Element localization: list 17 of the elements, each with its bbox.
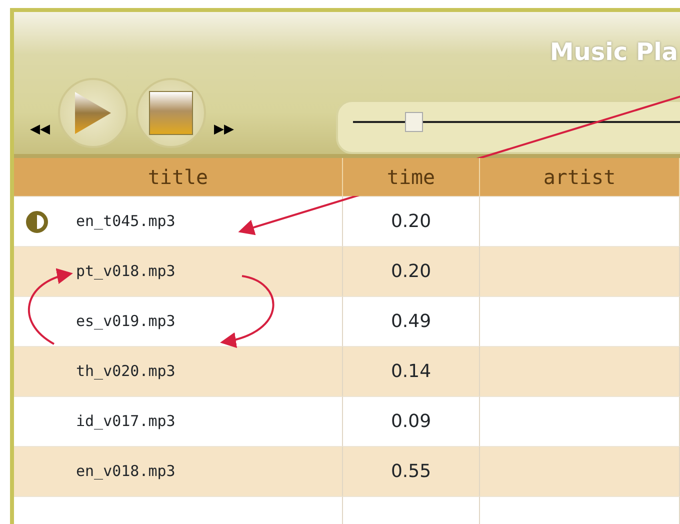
seek-bar[interactable] bbox=[336, 100, 680, 154]
column-header[interactable]: time bbox=[343, 158, 480, 196]
stop-icon bbox=[149, 91, 193, 135]
table-cell: en_v018.mp3 bbox=[14, 446, 343, 496]
play-icon bbox=[73, 90, 113, 136]
table-cell: pt_v018.mp3 bbox=[14, 246, 343, 296]
window-title: Music Pla bbox=[550, 37, 678, 68]
column-header[interactable]: title bbox=[14, 158, 343, 196]
table-cell: 0.14 bbox=[343, 346, 480, 396]
forward-button[interactable]: ▶▶ bbox=[214, 120, 234, 140]
seek-thumb[interactable] bbox=[405, 112, 424, 132]
table-cell: 0.20 bbox=[343, 246, 480, 296]
rewind-button[interactable]: ◀◀ bbox=[30, 120, 50, 140]
table-cell: 0.55 bbox=[343, 446, 480, 496]
file-title: en_t045.mp3 bbox=[76, 211, 176, 232]
column-header[interactable]: artist bbox=[480, 158, 680, 196]
table-cell: th_v020.mp3 bbox=[14, 346, 343, 396]
